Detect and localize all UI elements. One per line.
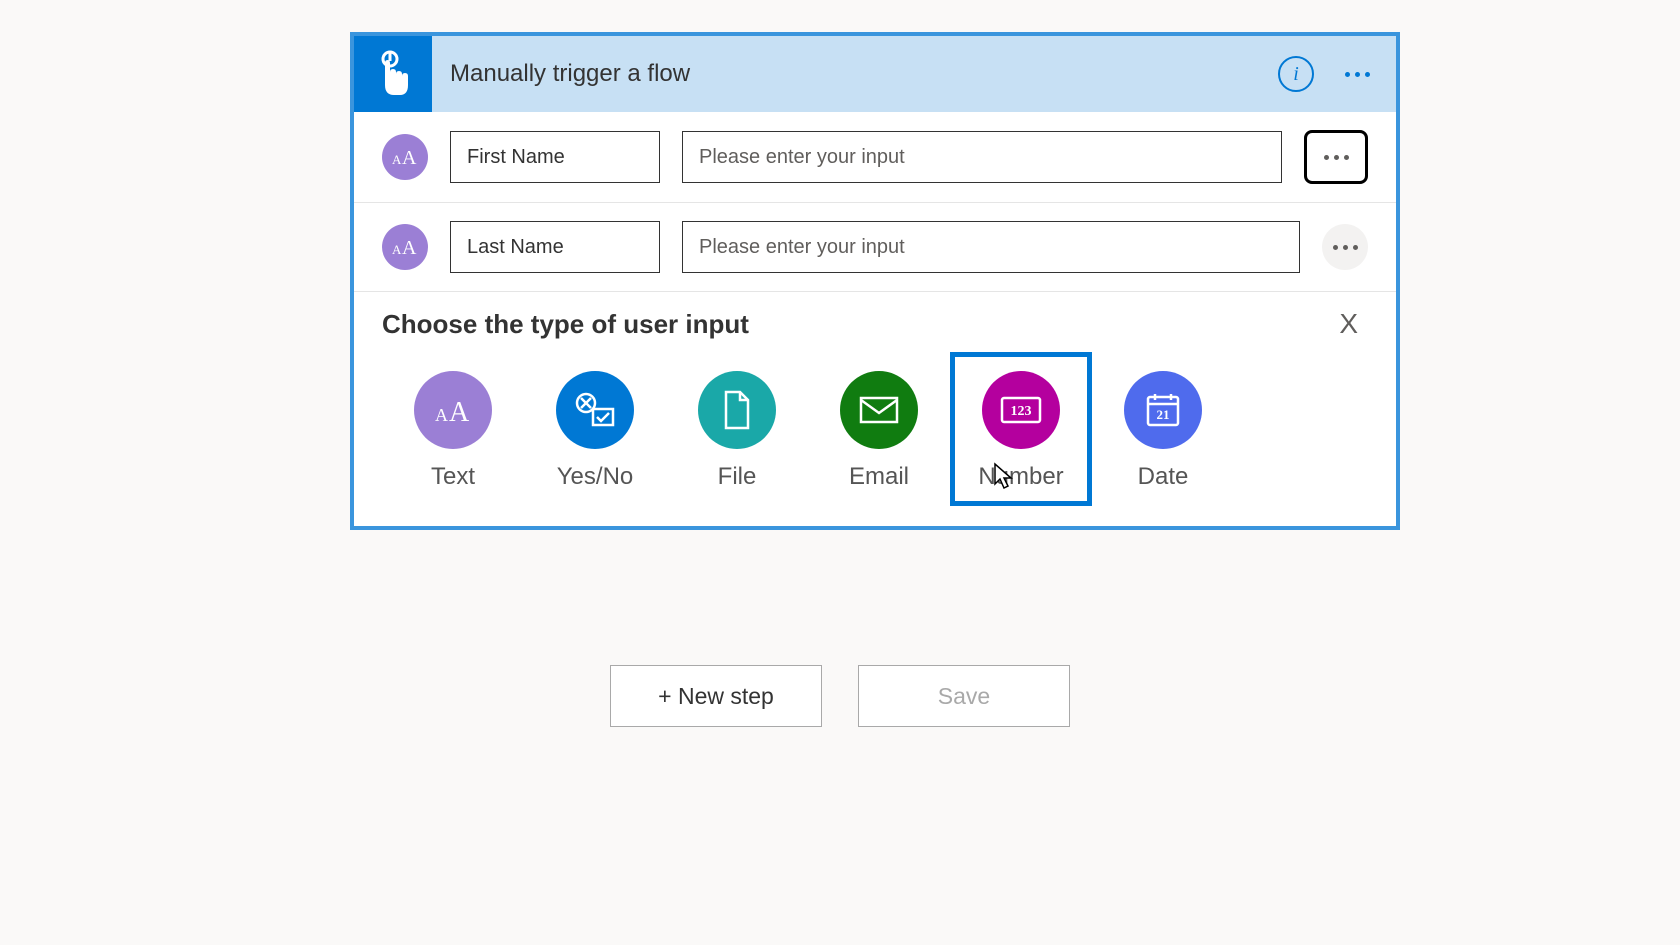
text-type-icon: AA <box>382 134 428 180</box>
header-more-button[interactable] <box>1332 54 1382 94</box>
type-option-yesno[interactable]: Yes/No <box>524 352 666 506</box>
input-type-grid: AA Text Yes/No <box>382 352 1368 506</box>
input-label-field[interactable] <box>450 131 660 183</box>
type-label: Yes/No <box>557 463 634 491</box>
type-label: Text <box>431 463 475 491</box>
input-value-field[interactable] <box>682 131 1282 183</box>
input-row-first-name: AA <box>354 112 1396 203</box>
yesno-icon <box>556 371 634 449</box>
text-type-icon: AA <box>382 224 428 270</box>
trigger-card: Manually trigger a flow i AA AA Choose t… <box>350 32 1400 530</box>
trigger-title: Manually trigger a flow <box>432 60 1278 88</box>
email-icon <box>840 371 918 449</box>
date-icon: 21 <box>1124 371 1202 449</box>
input-value-field[interactable] <box>682 221 1300 273</box>
type-label: File <box>718 463 757 491</box>
bottom-actions: + New step Save <box>0 665 1680 727</box>
type-label: Number <box>978 463 1063 491</box>
svg-text:A: A <box>392 152 402 167</box>
svg-text:A: A <box>402 237 417 258</box>
choose-title: Choose the type of user input <box>382 309 749 340</box>
type-option-date[interactable]: 21 Date <box>1092 352 1234 506</box>
input-more-button[interactable] <box>1322 224 1368 270</box>
input-more-button[interactable] <box>1304 130 1368 184</box>
manual-trigger-icon <box>354 36 432 112</box>
input-label-field[interactable] <box>450 221 660 273</box>
svg-text:A: A <box>449 397 470 427</box>
type-option-text[interactable]: AA Text <box>382 352 524 506</box>
info-button[interactable]: i <box>1278 56 1314 92</box>
svg-text:A: A <box>435 405 448 425</box>
svg-text:A: A <box>402 147 417 168</box>
save-button[interactable]: Save <box>858 665 1070 727</box>
svg-text:123: 123 <box>1011 404 1032 419</box>
card-header: Manually trigger a flow i <box>354 36 1396 112</box>
type-option-file[interactable]: File <box>666 352 808 506</box>
svg-text:A: A <box>392 242 402 257</box>
type-label: Date <box>1138 463 1189 491</box>
choose-input-type-section: Choose the type of user input X AA Text <box>354 292 1396 526</box>
type-label: Email <box>849 463 909 491</box>
type-option-number[interactable]: 123 Number <box>950 352 1092 506</box>
svg-text:21: 21 <box>1157 407 1170 422</box>
type-option-email[interactable]: Email <box>808 352 950 506</box>
input-row-last-name: AA <box>354 203 1396 292</box>
new-step-button[interactable]: + New step <box>610 665 822 727</box>
text-icon: AA <box>414 371 492 449</box>
file-icon <box>698 371 776 449</box>
number-icon: 123 <box>982 371 1060 449</box>
close-button[interactable]: X <box>1329 308 1368 340</box>
